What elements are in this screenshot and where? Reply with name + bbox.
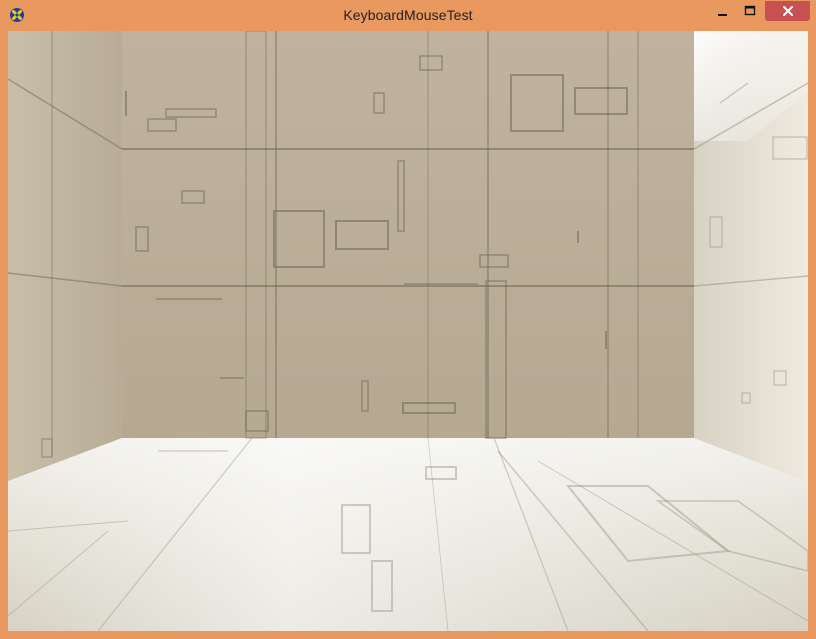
app-window: KeyboardMouseTest — [0, 0, 816, 639]
maximize-button[interactable] — [737, 1, 763, 21]
maximize-icon — [744, 5, 756, 16]
close-button[interactable] — [765, 1, 810, 21]
minimize-icon — [718, 14, 727, 16]
window-title: KeyboardMouseTest — [343, 7, 473, 23]
floor-highlight — [8, 438, 808, 631]
game-viewport[interactable] — [8, 31, 808, 631]
minimize-button[interactable] — [711, 1, 735, 21]
title-bar[interactable]: KeyboardMouseTest — [0, 0, 816, 31]
left-wall — [8, 31, 122, 481]
close-icon — [782, 6, 793, 16]
3d-room-scene — [8, 31, 808, 631]
